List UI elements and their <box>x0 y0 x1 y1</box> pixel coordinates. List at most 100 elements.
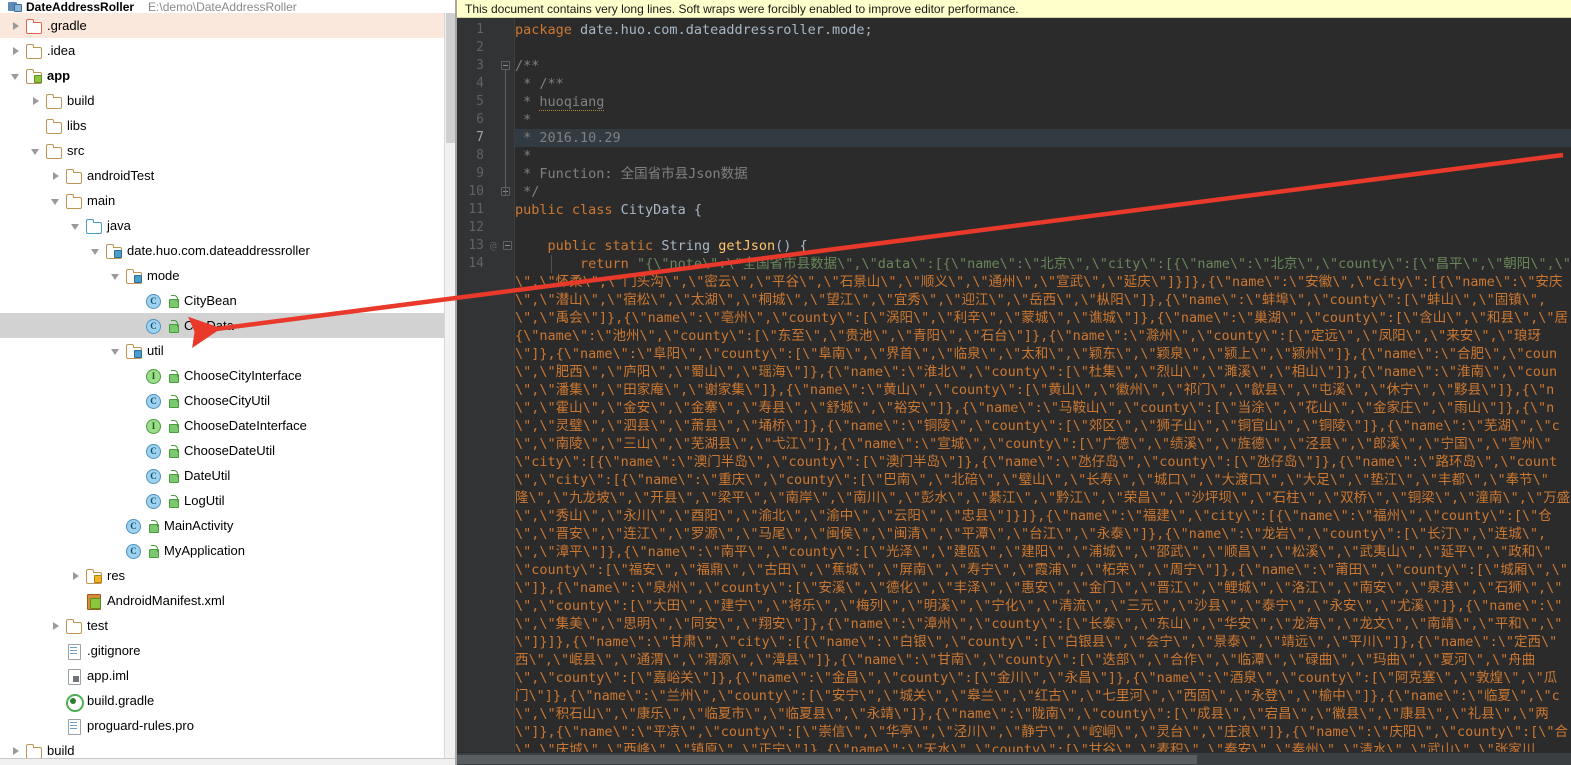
tree-item-gradle[interactable]: .gradle <box>0 13 457 38</box>
wrapped-json-line[interactable]: \"city\":[{\"name\":\"澳门半岛\",\"county\":… <box>515 453 1571 471</box>
tree-item-libs[interactable]: libs <box>0 113 457 138</box>
tree-item-logutil[interactable]: LogUtil <box>0 488 457 513</box>
tree-item-res[interactable]: res <box>0 563 457 588</box>
code-line[interactable]: * <box>515 111 1571 129</box>
code-line[interactable]: * 2016.10.29 <box>515 129 1571 147</box>
folder-icon <box>65 168 82 184</box>
tree-item-idea[interactable]: .idea <box>0 38 457 63</box>
tree-item-choosedateutil[interactable]: ChooseDateUtil <box>0 438 457 463</box>
code-line[interactable] <box>515 39 1571 57</box>
tree-item-androidtest[interactable]: androidTest <box>0 163 457 188</box>
wrapped-json-line[interactable]: \"]},{\"name\":\"阜阳\",\"county\":[\"阜南\"… <box>515 345 1571 363</box>
code-line[interactable]: package date.huo.com.dateaddressroller.m… <box>515 21 1571 39</box>
wrapped-json-line[interactable]: 隆\",\"九龙坡\",\"开县\",\"梁平\",\"南岸\",\"南川\",… <box>515 489 1571 507</box>
wrapped-json-line[interactable]: \"]},{\"name\":\"泉州\",\"county\":[\"安溪\"… <box>515 579 1571 597</box>
tree-item-choosedateinterface[interactable]: ChooseDateInterface <box>0 413 457 438</box>
wrapped-json-line[interactable]: \",\"city\":[{\"name\":\"重庆\",\"county\"… <box>515 471 1571 489</box>
tree-item-citydata[interactable]: CityData <box>0 313 457 338</box>
chevron-right-icon[interactable] <box>8 43 24 59</box>
wrapped-json-line[interactable]: \"]}]},{\"name\":\"甘肃\",\"city\":[{\"nam… <box>515 633 1571 651</box>
wrapped-json-line[interactable]: \"county\":[\"福安\",\"福鼎\",\"古田\",\"蕉城\",… <box>515 561 1571 579</box>
code-line[interactable]: * <box>515 147 1571 165</box>
wrapped-json-line[interactable]: 门\"]},{\"name\":\"兰州\",\"county\":[\"安宁\… <box>515 687 1571 705</box>
tree-item-proguard-rules-pro[interactable]: proguard-rules.pro <box>0 713 457 738</box>
wrapped-json-line[interactable]: \",\"潘集\",\"田家庵\",\"谢家集\"]},{\"name\":\"… <box>515 381 1571 399</box>
project-tool-window[interactable]: DateAddressRoller E:\demo\DateAddressRol… <box>0 0 457 765</box>
tree-item-src[interactable]: src <box>0 138 457 163</box>
tree-item-app[interactable]: app <box>0 63 457 88</box>
code-fold-toggle[interactable] <box>503 241 512 250</box>
wrapped-json-line[interactable]: \"]},{\"name\":\"平凉\",\"county\":[\"崇信\"… <box>515 723 1571 741</box>
wrapped-json-line[interactable]: \",\"怀柔\",\"门头沟\",\"密云\",\"平谷\",\"石景山\",… <box>515 273 1571 291</box>
tree-item-dateutil[interactable]: DateUtil <box>0 463 457 488</box>
tree-item-androidmanifest-xml[interactable]: AndroidManifest.xml <box>0 588 457 613</box>
code-line[interactable]: return "{\"note\":\"全国省市县数据\",\"data\":[… <box>515 255 1571 273</box>
editor-hscroll-thumb[interactable] <box>457 755 1197 764</box>
editor-body[interactable]: 1 2 3 4 5 6 7 8 9 10 11 12 13 14 @ package date.huo.co… <box>457 18 1571 765</box>
code-line[interactable]: * /** <box>515 75 1571 93</box>
chevron-right-icon[interactable] <box>8 743 24 759</box>
code-line[interactable]: /** <box>515 57 1571 75</box>
tree-item-citybean[interactable]: CityBean <box>0 288 457 313</box>
tree-item-mode[interactable]: mode <box>0 263 457 288</box>
chevron-right-icon[interactable] <box>8 18 24 34</box>
wrapped-json-line[interactable]: \",\"county\":[\"大田\",\"建宁\",\"将乐\",\"梅列… <box>515 597 1571 615</box>
code-line[interactable]: public static String getJson() { <box>515 237 1571 255</box>
chevron-down-icon[interactable] <box>108 268 124 284</box>
code-content[interactable]: package date.huo.com.dateaddressroller.m… <box>515 18 1571 765</box>
tree-item-test[interactable]: test <box>0 613 457 638</box>
wrapped-json-line[interactable]: \",\"霍山\",\"金安\",\"金寨\",\"寿县\",\"舒城\",\"… <box>515 399 1571 417</box>
wrapped-json-line[interactable]: \",\"晋安\",\"连江\",\"罗源\",\"马尾\",\"闽侯\",\"… <box>515 525 1571 543</box>
code-line[interactable]: public class CityData { <box>515 201 1571 219</box>
wrapped-json-line[interactable]: \",\"肥西\",\"庐阳\",\"蜀山\",\"瑶海\"]},{\"name… <box>515 363 1571 381</box>
tree-item-util[interactable]: util <box>0 338 457 363</box>
tree-item-build[interactable]: build <box>0 88 457 113</box>
wrapped-json-line[interactable]: \",\"积石山\",\"康乐\",\"临夏市\",\"临夏县\",\"永靖\"… <box>515 705 1571 723</box>
project-scrollbar[interactable] <box>444 13 455 765</box>
json-text: \",\"潜山\",\"宿松\",\"太湖\",\"桐城\",\"望江\",\"… <box>515 292 1547 308</box>
wrapped-json-line[interactable]: {\"name\":\"池州\",\"county\":[\"东至\",\"贵池… <box>515 327 1571 345</box>
wrapped-json-line[interactable]: \",\"秀山\",\"永川\",\"酉阳\",\"渝北\",\"渝中\",\"… <box>515 507 1571 525</box>
wrapped-json-line[interactable]: \",\"潜山\",\"宿松\",\"太湖\",\"桐城\",\"望江\",\"… <box>515 291 1571 309</box>
tree-item-choosecityinterface[interactable]: ChooseCityInterface <box>0 363 457 388</box>
project-scrollbar-thumb[interactable] <box>446 13 455 143</box>
code-line[interactable]: * huoqiang <box>515 93 1571 111</box>
chevron-down-icon[interactable] <box>8 68 24 84</box>
wrapped-json-line[interactable]: \",\"漳平\"]},{\"name\":\"南平\",\"county\":… <box>515 543 1571 561</box>
editor-horizontal-scrollbar[interactable] <box>457 752 1571 765</box>
wrapped-json-line[interactable]: \",\"南陵\",\"三山\",\"芜湖县\",\"弋江\"]},{\"nam… <box>515 435 1571 453</box>
code-line[interactable] <box>515 219 1571 237</box>
tree-item-main[interactable]: main <box>0 188 457 213</box>
chevron-down-icon[interactable] <box>88 243 104 259</box>
tree-item-mainactivity[interactable]: MainActivity <box>0 513 457 538</box>
tree-item-gitignore[interactable]: .gitignore <box>0 638 457 663</box>
project-tree[interactable]: .gradle .idea app build libs src androidTest ma… <box>0 13 457 763</box>
chevron-down-icon[interactable] <box>68 218 84 234</box>
tree-item-myapplication[interactable]: MyApplication <box>0 538 457 563</box>
tree-item-choosecityutil[interactable]: ChooseCityUtil <box>0 388 457 413</box>
tree-item-java[interactable]: java <box>0 213 457 238</box>
chevron-right-icon[interactable] <box>48 168 64 184</box>
wrapped-json-line[interactable]: 西\",\"岷县\",\"通渭\",\"渭源\",\"漳县\"]},{\"nam… <box>515 651 1571 669</box>
tree-item-build-gradle[interactable]: build.gradle <box>0 688 457 713</box>
chevron-down-icon[interactable] <box>28 143 44 159</box>
chevron-right-icon[interactable] <box>28 93 44 109</box>
code-token: * Function: 全国省市县Json数据 <box>515 166 748 182</box>
chevron-right-icon[interactable] <box>68 568 84 584</box>
code-fold-toggle[interactable] <box>501 61 510 70</box>
code-line[interactable]: */ <box>515 183 1571 201</box>
chevron-down-icon[interactable] <box>108 343 124 359</box>
tree-item-date-huo-com-dateaddressroller[interactable]: date.huo.com.dateaddressroller <box>0 238 457 263</box>
wrapped-json-line[interactable]: \",\"集美\",\"思明\",\"同安\",\"翔安\"]},{\"name… <box>515 615 1571 633</box>
json-text: \",\"禹会\"]},{\"name\":\"亳州\",\"county\":… <box>515 310 1569 326</box>
code-editor[interactable]: This document contains very long lines. … <box>457 0 1571 765</box>
wrapped-json-line[interactable]: \",\"county\":[\"嘉峪关\"]},{\"name\":\"金昌\… <box>515 669 1571 687</box>
line-number-gutter[interactable]: 1 2 3 4 5 6 7 8 9 10 11 12 13 14 @ <box>457 18 515 765</box>
chevron-right-icon[interactable] <box>48 618 64 634</box>
code-line[interactable]: * Function: 全国省市县Json数据 <box>515 165 1571 183</box>
chevron-down-icon[interactable] <box>48 193 64 209</box>
tree-item-app-iml[interactable]: app.iml <box>0 663 457 688</box>
wrapped-json-line[interactable]: \",\"禹会\"]},{\"name\":\"亳州\",\"county\":… <box>515 309 1571 327</box>
wrapped-json-line[interactable]: \",\"灵璧\",\"泗县\",\"萧县\",\"埇桥\"]},{\"name… <box>515 417 1571 435</box>
